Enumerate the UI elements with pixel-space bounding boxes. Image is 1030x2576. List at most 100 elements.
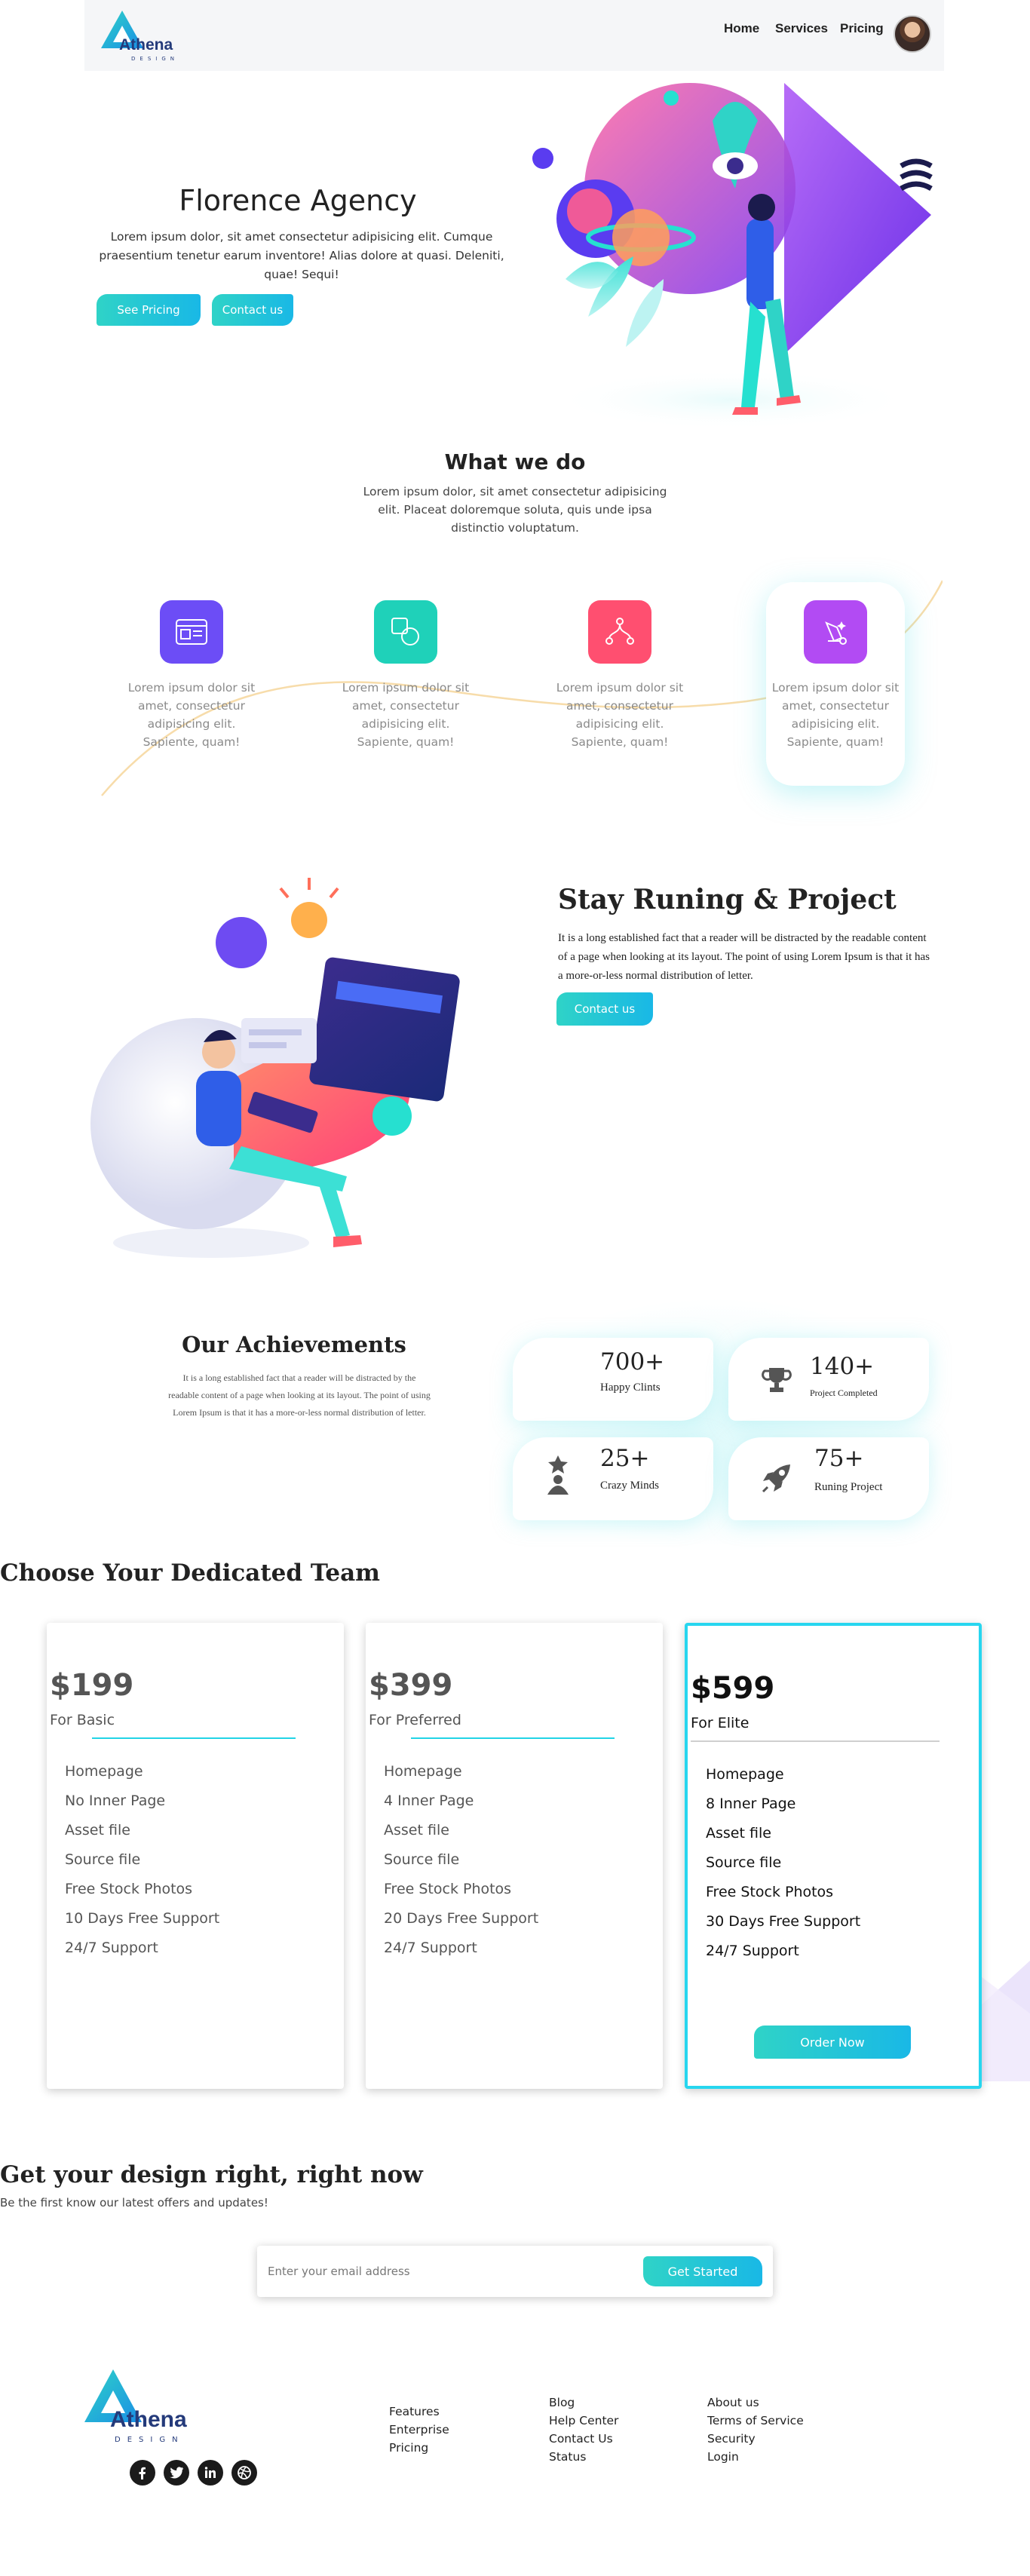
plan-feature: 4 Inner Page	[384, 1792, 474, 1809]
plan-feature: 24/7 Support	[384, 1940, 477, 1956]
twitter-icon[interactable]	[164, 2460, 189, 2486]
achievements-title: Our Achievements	[182, 1332, 406, 1357]
pricing-card-elite: $599 For Elite Homepage 8 Inner Page Ass…	[685, 1623, 982, 2089]
brand-subtitle: DESIGN	[131, 56, 179, 62]
footer-link-pricing[interactable]: Pricing	[389, 2439, 449, 2457]
order-now-button[interactable]: Order Now	[754, 2026, 911, 2059]
nav-link-pricing[interactable]: Pricing	[840, 21, 884, 36]
hero-title: Florence Agency	[179, 184, 417, 217]
plan-feature: Free Stock Photos	[706, 1884, 834, 1900]
plan-features: Homepage 8 Inner Page Asset file Source …	[706, 1760, 860, 1966]
stat-card: 700+ Happy Clints	[513, 1338, 713, 1421]
plan-name: For Preferred	[369, 1712, 461, 1728]
email-input[interactable]	[268, 2256, 630, 2286]
feature-card-highlighted: Lorem ipsum dolor sit amet, consectetur …	[766, 582, 905, 786]
pen-tool-icon	[804, 600, 867, 664]
achievements-text: It is a long established fact that a rea…	[168, 1372, 431, 1418]
footer-column-company: About us Terms of Service Security Login	[707, 2394, 804, 2466]
top-navbar: Athena DESIGN Home Services Pricing	[84, 0, 944, 71]
plan-feature: Asset file	[706, 1825, 771, 1842]
stay-running-text: It is a long established fact that a rea…	[558, 932, 930, 982]
plan-feature: 24/7 Support	[706, 1943, 799, 1959]
plan-feature: Homepage	[65, 1763, 143, 1780]
hero-illustration	[532, 83, 933, 430]
stat-value: 25+	[600, 1445, 650, 1472]
plan-feature: No Inner Page	[65, 1792, 166, 1809]
working-illustration	[90, 878, 460, 1258]
footer-link-about-us[interactable]: About us	[707, 2394, 804, 2412]
rocket-icon	[762, 1464, 790, 1493]
footer-column-resources: Blog Help Center Contact Us Status	[549, 2394, 618, 2466]
plan-features: Homepage No Inner Page Asset file Source…	[65, 1757, 219, 1963]
footer-column-product: Features Enterprise Pricing	[389, 2403, 449, 2457]
hero-text: Lorem ipsum dolor, sit amet consectetur …	[99, 230, 504, 281]
footer-brand-name: Athena	[110, 2407, 187, 2432]
shapes-icon	[374, 600, 437, 664]
plan-feature: 24/7 Support	[65, 1940, 158, 1956]
footer-logo[interactable]: Athena DESIGN	[81, 2368, 195, 2446]
stat-label: Project Completed	[810, 1388, 878, 1398]
plan-feature: Source file	[384, 1851, 460, 1868]
get-started-button[interactable]: Get Started	[643, 2256, 762, 2286]
stat-card: 25+ Crazy Minds	[513, 1437, 713, 1520]
plan-price: $199	[50, 1668, 134, 1703]
footer-link-blog[interactable]: Blog	[549, 2394, 618, 2412]
plan-feature: Asset file	[65, 1822, 130, 1838]
what-we-do-text: Lorem ipsum dolor, sit amet consectetur …	[363, 485, 667, 535]
stay-running-title: Stay Runing & Project	[558, 884, 897, 915]
footer-link-features[interactable]: Features	[389, 2403, 449, 2421]
plan-divider	[92, 1737, 296, 1739]
brand-logo[interactable]: Athena DESIGN	[100, 9, 182, 63]
plan-feature: 30 Days Free Support	[706, 1913, 861, 1930]
what-we-do-title: What we do	[444, 449, 586, 474]
plan-feature: Asset file	[384, 1822, 449, 1838]
nav-link-services[interactable]: Services	[775, 21, 828, 36]
feature-text: Lorem ipsum dolor sit amet, consectetur …	[127, 681, 256, 749]
feature-card: Lorem ipsum dolor sit amet, consectetur …	[122, 582, 261, 786]
hero-contact-button[interactable]: Contact us	[212, 294, 293, 326]
stat-label: Runing Project	[814, 1481, 883, 1493]
person-star-icon	[547, 1455, 569, 1495]
plan-features: Homepage 4 Inner Page Asset file Source …	[384, 1757, 538, 1963]
pricing-title: Choose Your Dedicated Team	[0, 1559, 380, 1587]
footer-link-status[interactable]: Status	[549, 2448, 618, 2466]
plan-feature: 20 Days Free Support	[384, 1910, 539, 1927]
user-avatar[interactable]	[894, 15, 931, 53]
stat-value: 140+	[810, 1353, 875, 1380]
footer-link-terms[interactable]: Terms of Service	[707, 2412, 804, 2430]
brand-name: Athena	[119, 36, 173, 54]
plan-feature: Homepage	[384, 1763, 462, 1780]
stat-label: Happy Clints	[600, 1382, 661, 1394]
newsletter-subtitle: Be the first know our latest offers and …	[0, 2196, 268, 2210]
pricing-card-preferred: $399 For Preferred Homepage 4 Inner Page…	[366, 1623, 663, 2089]
feature-text: Lorem ipsum dolor sit amet, consectetur …	[342, 681, 470, 749]
footer-link-contact-us[interactable]: Contact Us	[549, 2430, 618, 2448]
plan-feature: Source file	[65, 1851, 141, 1868]
pricing-card-basic: $199 For Basic Homepage No Inner Page As…	[47, 1623, 344, 2089]
feature-card: Lorem ipsum dolor sit amet, consectetur …	[336, 582, 475, 786]
feature-text: Lorem ipsum dolor sit amet, consectetur …	[771, 681, 900, 749]
plan-feature: Free Stock Photos	[384, 1881, 512, 1897]
stay-running-contact-button[interactable]: Contact us	[556, 992, 653, 1026]
stat-card: 75+ Runing Project	[728, 1437, 929, 1520]
plan-feature: Free Stock Photos	[65, 1881, 193, 1897]
facebook-icon[interactable]	[130, 2460, 155, 2486]
plan-feature: 8 Inner Page	[706, 1796, 796, 1812]
linkedin-icon[interactable]	[198, 2460, 223, 2486]
nodes-icon	[588, 600, 651, 664]
dribbble-icon[interactable]	[231, 2460, 257, 2486]
footer-link-help-center[interactable]: Help Center	[549, 2412, 618, 2430]
newsletter-form: Get Started	[257, 2246, 773, 2297]
see-pricing-button[interactable]: See Pricing	[97, 294, 201, 326]
stat-value: 700+	[600, 1348, 665, 1375]
plan-name: For Basic	[50, 1712, 115, 1728]
footer-link-enterprise[interactable]: Enterprise	[389, 2421, 449, 2439]
nav-link-home[interactable]: Home	[724, 21, 759, 36]
feature-card: Lorem ipsum dolor sit amet, consectetur …	[550, 582, 689, 786]
stat-label: Crazy Minds	[600, 1480, 659, 1492]
stat-value: 75+	[814, 1445, 864, 1472]
footer-brand-subtitle: DESIGN	[115, 2436, 185, 2444]
footer-link-login[interactable]: Login	[707, 2448, 804, 2466]
plan-price: $399	[369, 1668, 453, 1703]
footer-link-security[interactable]: Security	[707, 2430, 804, 2448]
